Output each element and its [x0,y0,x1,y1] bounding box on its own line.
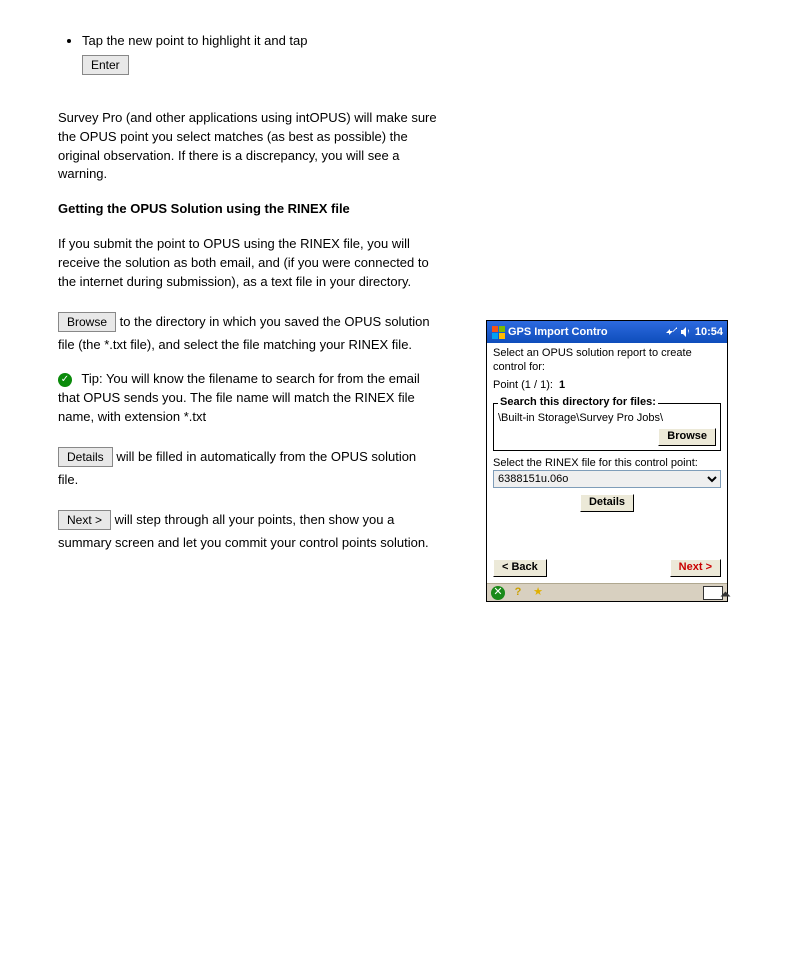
details-button[interactable]: Details [580,494,634,512]
command-bar: ✕ ? ★ [487,583,727,601]
connectivity-icon[interactable] [665,326,677,338]
checkmark-icon: ✓ [58,373,72,387]
back-button[interactable]: < Back [493,559,547,577]
next-instruction: will step through all your points, then … [58,512,429,550]
paragraph-discrepancy: Survey Pro (and other applications using… [58,109,438,184]
bullet-instruction: Tap the new point to highlight it and ta… [82,33,308,48]
search-directory-legend: Search this directory for files: [498,396,658,410]
enter-button-chip: Enter [82,55,129,75]
rinex-label: Select the RINEX file for this control p… [493,457,721,471]
instruction-text: Select an OPUS solution report to create… [493,347,721,375]
start-icon[interactable] [491,325,505,339]
screenshot-device: GPS Import Contro 10:54 Select an OPUS s… [486,320,728,602]
titlebar-clock: 10:54 [695,321,723,343]
next-chip: Next > [58,510,111,530]
paragraph-rinex-info: If you submit the point to OPUS using th… [58,235,438,292]
next-button[interactable]: Next > [670,559,721,577]
close-icon[interactable]: ✕ [491,586,505,600]
rinex-file-select[interactable]: 6388151u.06o [493,470,721,488]
titlebar: GPS Import Contro 10:54 [487,321,727,343]
browse-button[interactable]: Browse [658,428,716,446]
directory-path: \Built-in Storage\Survey Pro Jobs\ [498,412,716,426]
volume-icon[interactable] [680,326,692,338]
search-directory-group: Search this directory for files: \Built-… [493,396,721,450]
tip-text: Tip: You will know the filename to searc… [58,371,420,424]
details-chip: Details [58,447,113,467]
help-icon[interactable]: ? [511,586,525,600]
point-label: Point (1 / 1): [493,379,553,391]
keyboard-icon[interactable] [703,586,723,600]
star-icon[interactable]: ★ [531,586,545,600]
browse-chip: Browse [58,312,116,332]
point-value: 1 [559,379,565,391]
heading-opus-rinex: Getting the OPUS Solution using the RINE… [58,201,350,216]
titlebar-text: GPS Import Contro [508,321,608,343]
